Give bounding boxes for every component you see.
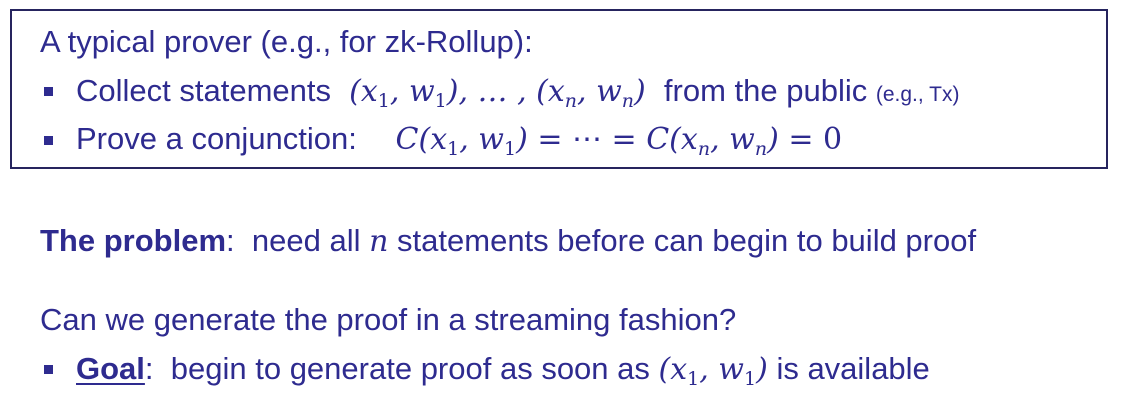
goal-text-before: begin to generate proof as soon as: [170, 351, 650, 386]
bullet-marker: [44, 365, 53, 374]
problem-colon: :: [226, 223, 235, 258]
bullet-prove-prefix: Prove a conjunction:: [76, 121, 357, 156]
problem-line: The problem: need all n statements befor…: [40, 221, 976, 262]
bullet-collect-prefix: Collect statements: [76, 73, 331, 108]
bullet-marker: [44, 136, 53, 145]
streaming-question: Can we generate the proof in a streaming…: [40, 300, 736, 340]
box-title-text: A typical prover (e.g., for zk-Rollup):: [40, 24, 533, 59]
bullet-collect: Collect statements (x1, w1), … , (xn, wn…: [76, 71, 960, 115]
bullet-collect-note: (e.g., Tx): [875, 83, 960, 106]
goal-line: Goal: begin to generate proof as soon as…: [76, 349, 930, 390]
streaming-question-text: Can we generate the proof in a streaming…: [40, 302, 737, 337]
n-variable: n: [369, 224, 389, 259]
problem-label: The problem: [40, 223, 227, 258]
box-title: A typical prover (e.g., for zk-Rollup):: [40, 22, 533, 62]
bullet-marker: [44, 87, 53, 96]
goal-colon: :: [144, 351, 154, 386]
statements-math: (x1, w1), … , (xn, wn): [339, 74, 656, 112]
problem-text-after: statements before can begin to build pro…: [397, 223, 977, 258]
first-statement-math: (x1, w1): [658, 352, 768, 390]
problem-text-before: need all: [251, 223, 361, 258]
goal-text-after: is available: [776, 351, 930, 386]
conjunction-math: C(x1, w1) = ⋯ = C(xn, wn) = 0: [395, 122, 843, 160]
bullet-prove: Prove a conjunction: C(x1, w1) = ⋯ = C(x…: [76, 119, 842, 160]
bullet-collect-suffix: from the public: [663, 73, 868, 108]
goal-label: Goal: [76, 351, 145, 386]
